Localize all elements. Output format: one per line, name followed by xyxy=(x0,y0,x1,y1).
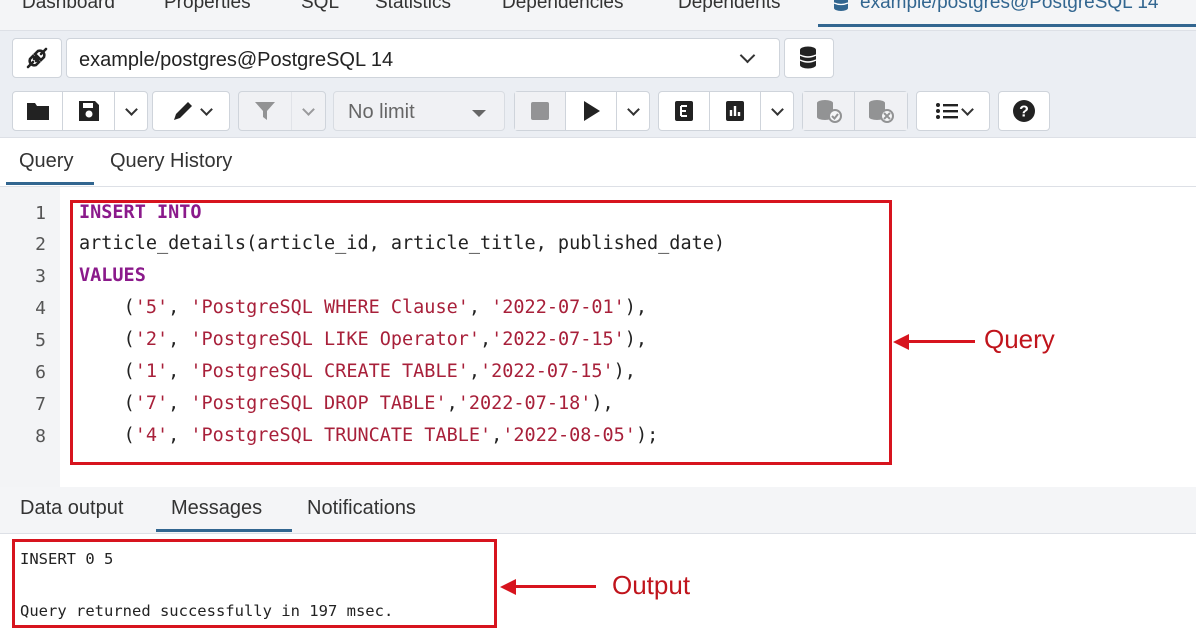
chart-icon xyxy=(726,101,745,121)
tab-dependencies[interactable]: Dependencies xyxy=(502,0,623,14)
help-button[interactable]: ? xyxy=(999,92,1049,130)
line-number: 3 xyxy=(35,266,46,287)
macros-group xyxy=(916,91,990,131)
connection-bar: example/postgres@PostgreSQL 14 xyxy=(0,31,1196,85)
stop-button[interactable] xyxy=(515,92,567,130)
chevron-down-icon xyxy=(770,102,784,116)
execute-options-dropdown[interactable] xyxy=(617,92,649,130)
tab-dashboard[interactable]: Dashboard xyxy=(22,0,115,14)
active-tab-indicator xyxy=(818,24,1196,27)
list-icon xyxy=(935,103,958,119)
line-number: 6 xyxy=(35,362,46,383)
query-toolbar: No limit ? xyxy=(0,85,1196,138)
tab-query-history[interactable]: Query History xyxy=(110,150,232,173)
save-options-dropdown[interactable] xyxy=(115,92,147,130)
chevron-down-icon xyxy=(739,47,756,64)
chevron-down-icon xyxy=(960,102,974,116)
query-highlight-box xyxy=(70,200,892,465)
rollback-icon xyxy=(869,100,894,123)
explain-group xyxy=(658,91,794,131)
save-file-button[interactable] xyxy=(63,92,115,130)
row-limit-select[interactable]: No limit xyxy=(333,91,505,131)
execute-group xyxy=(514,91,650,131)
tab-query-tool[interactable]: example/postgres@PostgreSQL 14 xyxy=(860,0,1158,14)
edit-button[interactable] xyxy=(153,92,229,130)
chevron-down-icon xyxy=(302,102,315,116)
open-file-button[interactable] xyxy=(13,92,63,130)
top-tab-bar: Dashboard Properties SQL Statistics Depe… xyxy=(0,0,1196,31)
transaction-group xyxy=(802,91,908,131)
caret-down-icon xyxy=(472,110,486,117)
tab-notifications[interactable]: Notifications xyxy=(307,497,416,520)
execute-button[interactable] xyxy=(566,92,618,130)
folder-icon xyxy=(26,103,49,120)
help-group: ? xyxy=(998,91,1050,131)
explain-options-dropdown[interactable] xyxy=(761,92,793,130)
messages-tab-indicator xyxy=(156,529,292,532)
query-tabs: Query Query History xyxy=(0,138,1196,187)
filter-button[interactable] xyxy=(239,92,292,130)
commit-button[interactable] xyxy=(803,92,856,130)
line-number-gutter: 1 2 3 4 5 6 7 8 xyxy=(0,187,60,487)
output-arrow-line xyxy=(512,585,596,588)
play-icon xyxy=(584,101,601,121)
tab-sql[interactable]: SQL xyxy=(301,0,339,14)
pencil-icon xyxy=(173,102,192,120)
sql-editor[interactable]: 1 2 3 4 5 6 7 8 INSERT INTO article_deta… xyxy=(0,187,1196,487)
connection-status-button[interactable] xyxy=(12,38,62,78)
messages-panel: INSERT 0 5 Query returned successfully i… xyxy=(0,534,1196,628)
output-tabs: Data output Messages Notifications xyxy=(0,487,1196,534)
chevron-down-icon xyxy=(124,102,138,116)
row-limit-value: No limit xyxy=(348,101,415,123)
explain-icon xyxy=(675,101,694,121)
tab-dependents[interactable]: Dependents xyxy=(678,0,780,14)
tab-properties[interactable]: Properties xyxy=(164,0,251,14)
save-icon xyxy=(78,101,99,121)
macros-button[interactable] xyxy=(917,92,989,130)
explain-analyze-button[interactable] xyxy=(710,92,762,130)
rollback-button[interactable] xyxy=(855,92,907,130)
chevron-down-icon xyxy=(626,102,640,116)
new-connection-button[interactable] xyxy=(784,38,834,78)
output-annotation-label: Output xyxy=(612,570,691,600)
help-icon: ? xyxy=(1013,100,1035,122)
line-number: 2 xyxy=(35,234,46,255)
explain-button[interactable] xyxy=(659,92,711,130)
commit-icon xyxy=(816,100,842,123)
tab-messages[interactable]: Messages xyxy=(171,497,262,520)
filter-options-dropdown[interactable] xyxy=(292,92,325,130)
line-number: 5 xyxy=(35,330,46,351)
query-annotation-label: Query xyxy=(984,324,1055,354)
connection-select[interactable]: example/postgres@PostgreSQL 14 xyxy=(66,38,780,78)
file-group xyxy=(12,91,148,131)
line-number: 8 xyxy=(35,426,46,447)
query-arrow-line xyxy=(905,340,975,343)
stop-icon xyxy=(531,102,550,120)
connection-value: example/postgres@PostgreSQL 14 xyxy=(79,49,394,71)
line-number: 4 xyxy=(35,298,46,319)
line-number: 7 xyxy=(35,394,46,415)
tab-statistics[interactable]: Statistics xyxy=(375,0,451,14)
filter-icon xyxy=(254,102,275,120)
output-highlight-box xyxy=(12,539,497,628)
svg-text:?: ? xyxy=(1019,104,1029,121)
edit-group xyxy=(152,91,230,131)
chevron-down-icon xyxy=(199,102,213,116)
database-icon xyxy=(799,46,817,69)
tab-data-output[interactable]: Data output xyxy=(20,497,123,520)
line-number: 1 xyxy=(35,203,46,224)
filter-group xyxy=(238,91,326,131)
query-tab-indicator xyxy=(6,182,94,185)
plug-icon xyxy=(26,47,48,69)
tab-query[interactable]: Query xyxy=(19,150,73,173)
